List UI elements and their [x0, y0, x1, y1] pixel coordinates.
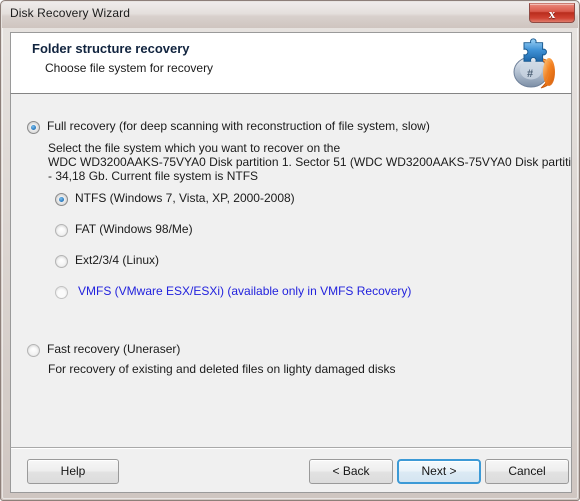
radio-label-ntfs: NTFS (Windows 7, Vista, XP, 2000-2008) — [75, 191, 295, 205]
description-line-2: WDC WD3200AAKS-75VYA0 Disk partition 1. … — [48, 155, 572, 169]
radio-indicator-fast-recovery — [27, 344, 40, 357]
radio-filesystem-fat[interactable]: FAT (Windows 98/Me) — [55, 222, 193, 237]
radio-filesystem-ext[interactable]: Ext2/3/4 (Linux) — [55, 253, 159, 268]
radio-indicator-vmfs — [55, 286, 68, 299]
radio-indicator-ext — [55, 255, 68, 268]
radio-filesystem-ntfs[interactable]: NTFS (Windows 7, Vista, XP, 2000-2008) — [55, 191, 295, 206]
help-button[interactable]: Help — [27, 459, 119, 484]
wizard-window: Disk Recovery Wizard x Folder structure … — [0, 0, 580, 501]
button-bar: Help < Back Next > Cancel — [10, 447, 572, 493]
radio-indicator-full-recovery — [27, 121, 40, 134]
radio-label-fast-recovery: Fast recovery (Uneraser) — [47, 342, 181, 356]
description-line-1: Select the file system which you want to… — [48, 141, 341, 155]
page-title: Folder structure recovery — [32, 41, 190, 56]
window-title: Disk Recovery Wizard — [10, 6, 131, 20]
title-bar: Disk Recovery Wizard x — [2, 2, 578, 28]
radio-full-recovery[interactable]: Full recovery (for deep scanning with re… — [27, 119, 430, 134]
radio-label-ext: Ext2/3/4 (Linux) — [75, 253, 160, 267]
cancel-button[interactable]: Cancel — [485, 459, 569, 484]
page-subtitle: Choose file system for recovery — [45, 61, 214, 75]
svg-text:#: # — [527, 68, 533, 80]
wizard-header: Folder structure recovery Choose file sy… — [10, 32, 572, 94]
radio-indicator-ntfs — [55, 193, 68, 206]
radio-label-fat: FAT (Windows 98/Me) — [75, 222, 193, 236]
fast-recovery-description: For recovery of existing and deleted fil… — [48, 362, 396, 376]
radio-fast-recovery[interactable]: Fast recovery (Uneraser) — [27, 342, 180, 357]
close-button[interactable]: x — [529, 3, 575, 23]
description-line-3: - 34,18 Gb. Current file system is NTFS — [48, 169, 259, 183]
radio-label-full-recovery: Full recovery (for deep scanning with re… — [47, 119, 430, 133]
radio-label-vmfs: VMFS (VMware ESX/ESXi) (available only i… — [78, 284, 412, 298]
back-button[interactable]: < Back — [309, 459, 393, 484]
radio-indicator-fat — [55, 224, 68, 237]
next-button[interactable]: Next > — [397, 459, 481, 484]
radio-filesystem-vmfs[interactable]: VMFS (VMware ESX/ESXi) (available only i… — [55, 284, 411, 299]
disk-recovery-puzzle-icon: # — [505, 35, 563, 93]
close-icon: x — [548, 6, 556, 21]
wizard-content: Full recovery (for deep scanning with re… — [10, 94, 572, 447]
